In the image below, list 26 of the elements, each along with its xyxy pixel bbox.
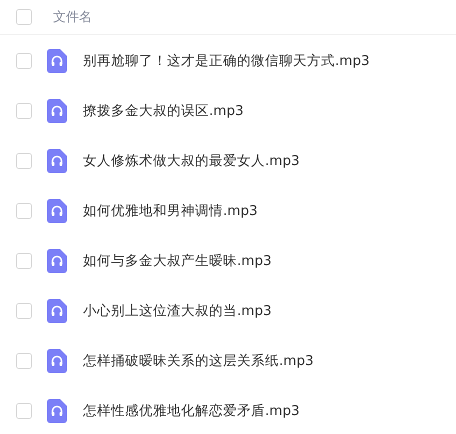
headphones-file-icon xyxy=(47,99,67,123)
headphones-file-icon xyxy=(47,349,67,373)
headphones-file-icon xyxy=(47,299,67,323)
headphones-file-icon xyxy=(47,249,67,273)
file-name[interactable]: 如何与多金大叔产生暧昧.mp3 xyxy=(83,252,272,270)
checkbox[interactable] xyxy=(16,53,32,69)
file-name[interactable]: 怎样性感优雅地化解恋爱矛盾.mp3 xyxy=(83,402,300,420)
checkbox[interactable] xyxy=(16,403,32,419)
headphones-file-icon xyxy=(47,49,67,73)
file-name[interactable]: 怎样捅破暧昧关系的这层关系纸.mp3 xyxy=(83,352,314,370)
column-header: 文件名 xyxy=(53,9,92,26)
checkbox[interactable] xyxy=(16,253,32,269)
file-name[interactable]: 别再尬聊了！这才是正确的微信聊天方式.mp3 xyxy=(83,52,370,70)
file-name[interactable]: 如何优雅地和男神调情.mp3 xyxy=(83,202,258,220)
file-name[interactable]: 女人修炼术做大叔的最爱女人.mp3 xyxy=(83,152,300,170)
checkbox[interactable] xyxy=(16,353,32,369)
headphones-file-icon xyxy=(47,399,67,423)
checkbox[interactable] xyxy=(16,303,32,319)
headphones-file-icon xyxy=(47,149,67,173)
file-name[interactable]: 撩拨多金大叔的误区.mp3 xyxy=(83,102,244,120)
checkbox[interactable] xyxy=(16,103,32,119)
checkbox[interactable] xyxy=(16,9,32,25)
checkbox[interactable] xyxy=(16,153,32,169)
headphones-file-icon xyxy=(47,199,67,223)
checkbox[interactable] xyxy=(16,203,32,219)
file-name[interactable]: 小心别上这位渣大叔的当.mp3 xyxy=(83,302,272,320)
